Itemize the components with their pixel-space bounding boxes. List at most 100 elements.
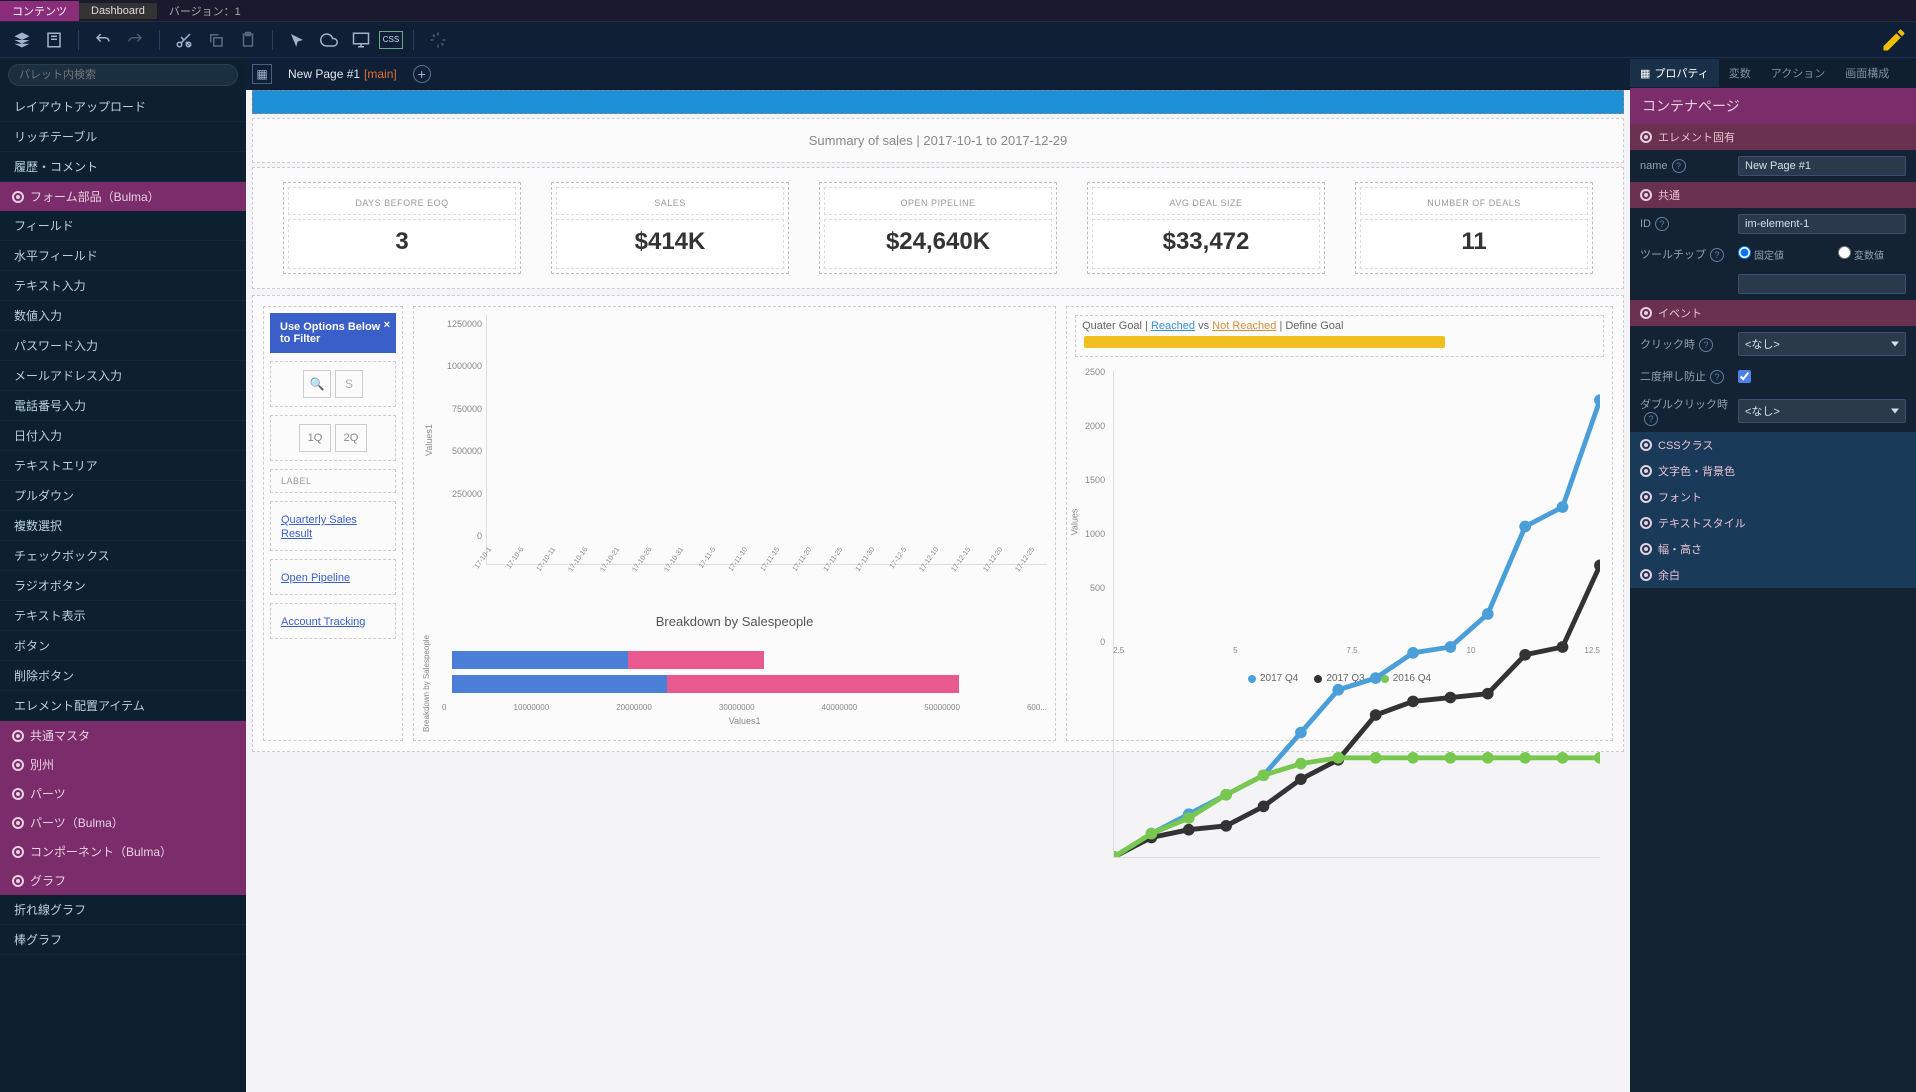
hbar-area: 0100000002000000030000000400000005000000… bbox=[442, 635, 1047, 732]
undo-icon[interactable] bbox=[89, 26, 117, 54]
palette-item[interactable]: テキスト表示 bbox=[0, 601, 246, 631]
palette-item[interactable]: テキスト入力 bbox=[0, 271, 246, 301]
redo-icon[interactable] bbox=[121, 26, 149, 54]
tool-page-icon[interactable] bbox=[40, 26, 68, 54]
palette-item[interactable]: パスワード入力 bbox=[0, 331, 246, 361]
filter-close-icon[interactable]: × bbox=[384, 319, 390, 331]
filter-q1-button[interactable]: 1Q bbox=[299, 424, 331, 452]
filter-quarters: 1Q 2Q bbox=[270, 415, 396, 461]
palette-item[interactable]: チェックボックス bbox=[0, 541, 246, 571]
palette-search bbox=[0, 58, 246, 92]
cut-icon[interactable] bbox=[170, 26, 198, 54]
palette-search-input[interactable] bbox=[8, 64, 238, 86]
hbar-ylabel: Breakdown by Salespeople bbox=[422, 635, 442, 732]
palette-item[interactable]: 棒グラフ bbox=[0, 925, 246, 955]
hbar-xaxis: 0100000002000000030000000400000005000000… bbox=[442, 699, 1047, 712]
palette-item[interactable]: 電話番号入力 bbox=[0, 391, 246, 421]
props-row-tooltip: ツールチップ? 固定値 変数値 bbox=[1630, 240, 1916, 268]
tooltip-fixed-radio[interactable]: 固定値 bbox=[1738, 246, 1828, 262]
palette-item[interactable]: 日付入力 bbox=[0, 421, 246, 451]
monitor-icon[interactable] bbox=[347, 26, 375, 54]
props-name-input[interactable] bbox=[1738, 156, 1906, 176]
palette-item[interactable]: 数値入力 bbox=[0, 301, 246, 331]
canvas[interactable]: Summary of sales | 2017-10-1 to 2017-12-… bbox=[246, 90, 1630, 1092]
css-icon[interactable]: CSS bbox=[379, 31, 403, 49]
tooltip-var-radio[interactable]: 変数値 bbox=[1838, 246, 1916, 262]
palette-header[interactable]: フォーム部品（Bulma） bbox=[0, 182, 246, 211]
palette-header[interactable]: コンポーネント（Bulma） bbox=[0, 837, 246, 866]
toolbar: CSS bbox=[0, 22, 1916, 58]
palette-item[interactable]: エレメント配置アイテム bbox=[0, 691, 246, 721]
cloud-icon[interactable] bbox=[315, 26, 343, 54]
props-section-margin[interactable]: 余白 bbox=[1630, 562, 1916, 588]
dash-topbar[interactable] bbox=[252, 90, 1624, 114]
goal-progress-bar bbox=[1084, 336, 1444, 348]
props-tab-vars[interactable]: 変数 bbox=[1719, 59, 1761, 87]
palette-header[interactable]: グラフ bbox=[0, 866, 246, 895]
palette-item[interactable]: 削除ボタン bbox=[0, 661, 246, 691]
pointer-icon[interactable] bbox=[283, 26, 311, 54]
palette-item[interactable]: 折れ線グラフ bbox=[0, 895, 246, 925]
palette-item[interactable]: ラジオボタン bbox=[0, 571, 246, 601]
search-icon[interactable]: 🔍 bbox=[303, 370, 331, 398]
palette-item[interactable]: 複数選択 bbox=[0, 511, 246, 541]
copy-icon[interactable] bbox=[202, 26, 230, 54]
props-id-input[interactable] bbox=[1738, 214, 1906, 234]
metric-label: NUMBER OF DEALS bbox=[1360, 187, 1588, 215]
canvas-layout-icon[interactable]: ▦ bbox=[252, 64, 272, 84]
paste-icon[interactable] bbox=[234, 26, 262, 54]
palette-item[interactable]: フィールド bbox=[0, 211, 246, 241]
nodbl-checkbox[interactable] bbox=[1738, 370, 1751, 383]
palette-item[interactable]: 履歴・コメント bbox=[0, 152, 246, 182]
props-section-color[interactable]: 文字色・背景色 bbox=[1630, 458, 1916, 484]
palette-item[interactable]: レイアウトアップロード bbox=[0, 92, 246, 122]
content-row: Use Options Below to Filter × 🔍 S 1Q 2Q … bbox=[252, 295, 1624, 752]
palette-item[interactable]: プルダウン bbox=[0, 481, 246, 511]
props-tab-layout[interactable]: 画面構成 bbox=[1835, 59, 1899, 87]
palette-item[interactable]: リッチテーブル bbox=[0, 122, 246, 152]
palette-item[interactable]: 水平フィールド bbox=[0, 241, 246, 271]
palette-header[interactable]: パーツ（Bulma） bbox=[0, 808, 246, 837]
palette-header[interactable]: 別州 bbox=[0, 750, 246, 779]
filter-link-2[interactable]: Open Pipeline bbox=[270, 559, 396, 595]
edit-pencil-icon[interactable] bbox=[1880, 26, 1908, 54]
props-section-css[interactable]: CSSクラス bbox=[1630, 432, 1916, 458]
metric-value: $33,472 bbox=[1092, 219, 1320, 269]
canvas-tabs: ▦ New Page #1 [main] + bbox=[246, 58, 1630, 90]
palette-item[interactable]: テキストエリア bbox=[0, 451, 246, 481]
tool-layers-icon[interactable] bbox=[8, 26, 36, 54]
tab-version[interactable]: バージョン：1 bbox=[157, 1, 253, 21]
props-tab-property[interactable]: ▦ プロパティ bbox=[1630, 59, 1719, 87]
props-section-size[interactable]: 幅・高さ bbox=[1630, 536, 1916, 562]
goal-reached-link[interactable]: Reached bbox=[1151, 320, 1195, 332]
add-tab-button[interactable]: + bbox=[413, 65, 431, 83]
props-row-id: ID? bbox=[1630, 208, 1916, 240]
props-section-element[interactable]: エレメント固有 bbox=[1630, 124, 1916, 150]
props-section-common[interactable]: 共通 bbox=[1630, 182, 1916, 208]
metric-card: DAYS BEFORE EOQ3 bbox=[283, 182, 521, 274]
goal-notreached-link[interactable]: Not Reached bbox=[1212, 320, 1276, 332]
bar-yaxis: 125000010000007500005000002500000 bbox=[436, 315, 486, 565]
palette-item[interactable]: ボタン bbox=[0, 631, 246, 661]
props-section-textstyle[interactable]: テキストスタイル bbox=[1630, 510, 1916, 536]
palette-header[interactable]: パーツ bbox=[0, 779, 246, 808]
click-select[interactable]: <なし> bbox=[1738, 332, 1906, 356]
filter-link-3[interactable]: Account Tracking bbox=[270, 603, 396, 639]
props-section-event[interactable]: イベント bbox=[1630, 300, 1916, 326]
metrics-row: DAYS BEFORE EOQ3SALES$414KOPEN PIPELINE$… bbox=[252, 167, 1624, 289]
tooltip-value-input[interactable] bbox=[1738, 274, 1906, 294]
metric-value: 3 bbox=[288, 219, 516, 269]
top-tabs: コンテンツ Dashboard バージョン：1 bbox=[0, 0, 1916, 22]
palette-header[interactable]: 共通マスタ bbox=[0, 721, 246, 750]
filter-link-1[interactable]: Quarterly Sales Result bbox=[270, 501, 396, 551]
filter-text-input[interactable]: S bbox=[335, 370, 363, 398]
canvas-tab-newpage[interactable]: New Page #1 [main] bbox=[278, 63, 407, 85]
tab-dashboard[interactable]: Dashboard bbox=[79, 3, 157, 19]
filter-q2-button[interactable]: 2Q bbox=[335, 424, 367, 452]
props-section-font[interactable]: フォント bbox=[1630, 484, 1916, 510]
props-tab-action[interactable]: アクション bbox=[1761, 59, 1835, 87]
hbar-title: Breakdown by Salespeople bbox=[422, 608, 1047, 635]
tab-content[interactable]: コンテンツ bbox=[0, 1, 79, 21]
dblclick-select[interactable]: <なし> bbox=[1738, 399, 1906, 423]
palette-item[interactable]: メールアドレス入力 bbox=[0, 361, 246, 391]
